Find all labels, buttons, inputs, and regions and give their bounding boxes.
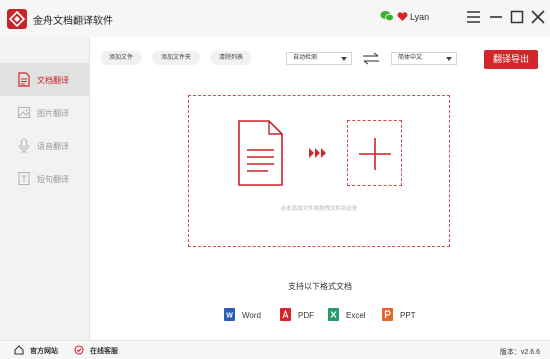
plus-icon [359, 138, 391, 170]
sidebar-item-label: 短句翻译 [37, 175, 69, 184]
export-translation-button[interactable]: 翻译导出 [484, 50, 538, 69]
sidebar-item-document[interactable]: 文档翻译 [0, 63, 89, 96]
sidebar: 文档翻译 图片翻译 语音翻译 短句翻译 [0, 37, 90, 340]
official-site-label: 官方网站 [30, 348, 58, 355]
source-language-value: 自动检测 [293, 55, 318, 61]
home-icon [14, 345, 24, 355]
word-icon: W [224, 308, 235, 321]
svg-text:W: W [226, 313, 233, 320]
status-bar: 官方网站 在线客服 版本：v2.6.6 [0, 340, 550, 359]
title-bar: 金舟文档翻译软件 Lyan [0, 0, 550, 37]
excel-icon [328, 308, 339, 321]
text-icon [18, 171, 30, 186]
ppt-icon [382, 308, 393, 321]
source-language-select[interactable]: 自动检测 [286, 52, 352, 65]
target-language-select[interactable]: 简体中文 [391, 52, 457, 65]
add-file-button[interactable]: 添加文件 [100, 51, 143, 65]
format-label: Excel [346, 311, 366, 320]
add-file-plus-box[interactable] [347, 120, 402, 186]
swap-languages-icon[interactable] [362, 52, 380, 65]
sidebar-item-voice[interactable]: 语音翻译 [0, 129, 89, 162]
sidebar-item-image[interactable]: 图片翻译 [0, 96, 89, 129]
close-icon[interactable] [529, 9, 547, 25]
maximize-icon[interactable] [508, 9, 526, 25]
document-icon [238, 120, 283, 186]
add-folder-button[interactable]: 添加文件夹 [152, 51, 201, 65]
format-label: PDF [298, 311, 314, 320]
format-label: PPT [400, 311, 416, 320]
version-label: 版本：v2.6.6 [499, 349, 540, 356]
sidebar-item-label: 文档翻译 [37, 76, 69, 85]
clear-list-button[interactable]: 清除列表 [210, 51, 253, 65]
sidebar-item-label: 语音翻译 [37, 142, 69, 151]
sidebar-item-sentence[interactable]: 短句翻译 [0, 162, 89, 195]
online-support-label: 在线客服 [90, 348, 118, 355]
user-name[interactable]: Lyan [410, 12, 429, 22]
chevron-down-icon [446, 57, 452, 61]
vip-heart-icon [397, 12, 408, 21]
app-title: 金舟文档翻译软件 [33, 16, 113, 27]
microphone-icon [18, 138, 30, 153]
wechat-icon[interactable] [380, 10, 394, 22]
pdf-icon [280, 308, 291, 321]
forward-arrows-icon [309, 148, 326, 158]
format-label: Word [242, 311, 261, 320]
hamburger-icon[interactable] [465, 9, 483, 25]
target-language-value: 简体中文 [398, 55, 423, 61]
minimize-icon[interactable] [487, 9, 505, 25]
app-logo-icon [7, 9, 27, 29]
image-icon [17, 106, 31, 119]
supported-formats-title: 支持以下格式文档 [288, 282, 352, 291]
support-icon [74, 345, 84, 355]
document-icon [18, 72, 30, 87]
file-drop-zone[interactable]: 点击添加文件或拖拽文件到此处 [188, 95, 450, 247]
chevron-down-icon [341, 57, 347, 61]
drop-hint-text: 点击添加文件或拖拽文件到此处 [280, 206, 358, 212]
sidebar-item-label: 图片翻译 [37, 109, 69, 118]
